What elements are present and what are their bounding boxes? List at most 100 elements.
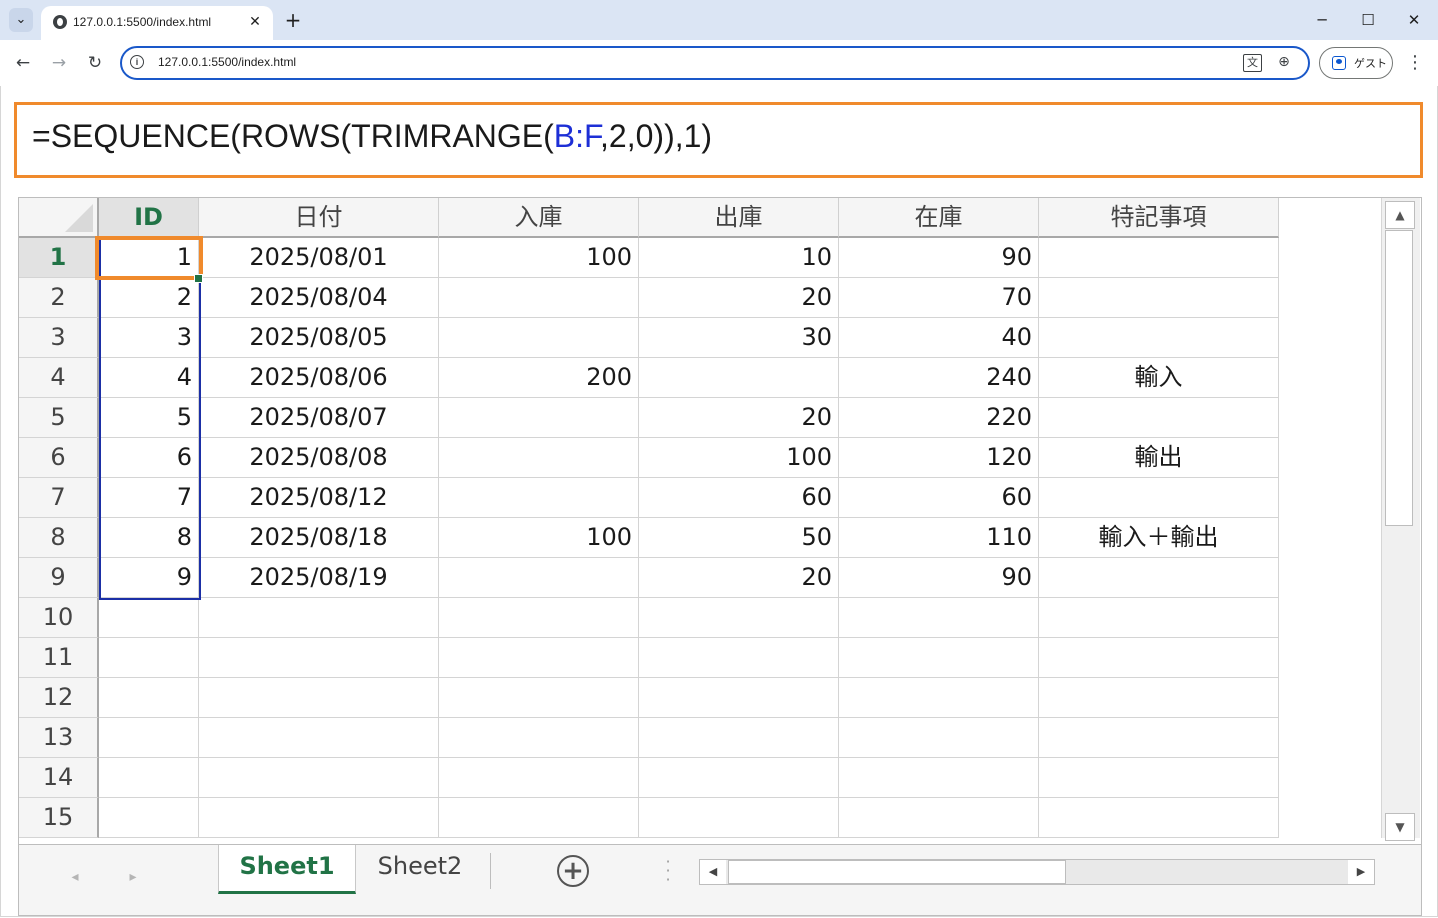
table-cell[interactable]: 120 (839, 438, 1039, 478)
row-header[interactable]: 5 (19, 398, 99, 438)
column-header[interactable]: 在庫 (839, 198, 1039, 238)
translate-icon[interactable]: 文 (1243, 54, 1262, 72)
tab-splitter-icon[interactable]: · · · (663, 854, 673, 888)
address-bar[interactable]: i 127.0.0.1:5500/index.html 文 ⊕ (120, 46, 1310, 80)
row-header[interactable]: 2 (19, 278, 99, 318)
table-cell[interactable]: 2025/08/06 (199, 358, 439, 398)
table-cell[interactable] (1039, 598, 1279, 638)
close-icon[interactable]: ✕ (245, 12, 265, 32)
table-cell[interactable]: 輸出 (1039, 438, 1279, 478)
column-header[interactable]: 入庫 (439, 198, 639, 238)
browser-tab[interactable]: 127.0.0.1:5500/index.html ✕ (41, 6, 273, 40)
table-cell[interactable] (439, 438, 639, 478)
row-header[interactable]: 11 (19, 638, 99, 678)
table-cell[interactable] (839, 678, 1039, 718)
select-all-corner[interactable] (19, 198, 99, 238)
table-cell[interactable]: 輸入＋輸出 (1039, 518, 1279, 558)
table-cell[interactable]: 2025/08/08 (199, 438, 439, 478)
back-icon[interactable]: ← (10, 50, 36, 76)
table-cell[interactable] (639, 598, 839, 638)
table-cell[interactable]: 100 (639, 438, 839, 478)
table-cell[interactable]: 200 (439, 358, 639, 398)
scroll-down-icon[interactable]: ▼ (1385, 813, 1415, 841)
table-cell[interactable] (839, 718, 1039, 758)
table-cell[interactable]: 6 (99, 438, 199, 478)
table-cell[interactable] (199, 598, 439, 638)
table-cell[interactable] (439, 318, 639, 358)
table-cell[interactable]: 2 (99, 278, 199, 318)
new-tab-icon[interactable]: + (281, 8, 305, 32)
row-header[interactable]: 9 (19, 558, 99, 598)
horizontal-scrollbar[interactable]: ◀ ▶ (699, 859, 1375, 885)
table-cell[interactable]: 90 (839, 558, 1039, 598)
table-cell[interactable] (639, 678, 839, 718)
fill-handle[interactable] (194, 274, 203, 283)
table-cell[interactable]: 60 (839, 478, 1039, 518)
table-cell[interactable] (439, 678, 639, 718)
table-cell[interactable] (99, 718, 199, 758)
table-cell[interactable] (839, 638, 1039, 678)
vertical-scroll-thumb[interactable] (1385, 230, 1413, 526)
table-cell[interactable] (1039, 758, 1279, 798)
table-cell[interactable]: 9 (99, 558, 199, 598)
table-cell[interactable]: 20 (639, 558, 839, 598)
table-cell[interactable]: 30 (639, 318, 839, 358)
table-cell[interactable] (439, 598, 639, 638)
table-cell[interactable] (199, 638, 439, 678)
table-cell[interactable]: 60 (639, 478, 839, 518)
table-cell[interactable]: 2025/08/05 (199, 318, 439, 358)
table-cell[interactable]: 1 (99, 238, 199, 278)
row-header[interactable]: 8 (19, 518, 99, 558)
table-cell[interactable]: 110 (839, 518, 1039, 558)
add-sheet-icon[interactable]: + (557, 855, 589, 887)
vertical-scrollbar[interactable]: ▲ ▼ (1381, 198, 1420, 841)
column-header[interactable]: 特記事項 (1039, 198, 1279, 238)
table-cell[interactable] (1039, 238, 1279, 278)
sheet-tab-sheet2[interactable]: Sheet2 (364, 845, 476, 891)
table-cell[interactable] (199, 758, 439, 798)
scroll-up-icon[interactable]: ▲ (1385, 201, 1415, 229)
table-cell[interactable]: 20 (639, 278, 839, 318)
table-cell[interactable] (439, 398, 639, 438)
table-cell[interactable]: 5 (99, 398, 199, 438)
zoom-icon[interactable]: ⊕ (1274, 52, 1294, 72)
forward-icon[interactable]: → (46, 50, 72, 76)
table-cell[interactable] (1039, 278, 1279, 318)
table-cell[interactable] (1039, 678, 1279, 718)
table-cell[interactable] (1039, 478, 1279, 518)
table-cell[interactable] (839, 598, 1039, 638)
table-cell[interactable]: 240 (839, 358, 1039, 398)
scroll-right-icon[interactable]: ▶ (1348, 860, 1374, 884)
table-cell[interactable]: 220 (839, 398, 1039, 438)
row-header[interactable]: 15 (19, 798, 99, 838)
table-cell[interactable] (199, 798, 439, 838)
table-cell[interactable] (639, 358, 839, 398)
row-header[interactable]: 6 (19, 438, 99, 478)
table-cell[interactable]: 2025/08/12 (199, 478, 439, 518)
row-header[interactable]: 1 (19, 238, 99, 278)
table-cell[interactable] (439, 798, 639, 838)
row-header[interactable]: 12 (19, 678, 99, 718)
row-header[interactable]: 10 (19, 598, 99, 638)
url-text[interactable]: 127.0.0.1:5500/index.html (158, 55, 296, 69)
table-cell[interactable]: 50 (639, 518, 839, 558)
table-cell[interactable]: 40 (839, 318, 1039, 358)
table-cell[interactable]: 7 (99, 478, 199, 518)
table-cell[interactable]: 4 (99, 358, 199, 398)
table-cell[interactable] (99, 678, 199, 718)
table-cell[interactable] (199, 678, 439, 718)
table-cell[interactable]: 20 (639, 398, 839, 438)
table-cell[interactable] (439, 558, 639, 598)
table-cell[interactable] (1039, 558, 1279, 598)
column-header[interactable]: 出庫 (639, 198, 839, 238)
row-header[interactable]: 4 (19, 358, 99, 398)
table-cell[interactable] (99, 798, 199, 838)
table-cell[interactable] (639, 638, 839, 678)
kebab-menu-icon[interactable]: ⋮ (1403, 50, 1427, 76)
table-cell[interactable]: 10 (639, 238, 839, 278)
row-header[interactable]: 14 (19, 758, 99, 798)
table-cell[interactable]: 100 (439, 518, 639, 558)
table-cell[interactable] (639, 718, 839, 758)
table-cell[interactable] (99, 598, 199, 638)
table-cell[interactable] (99, 758, 199, 798)
